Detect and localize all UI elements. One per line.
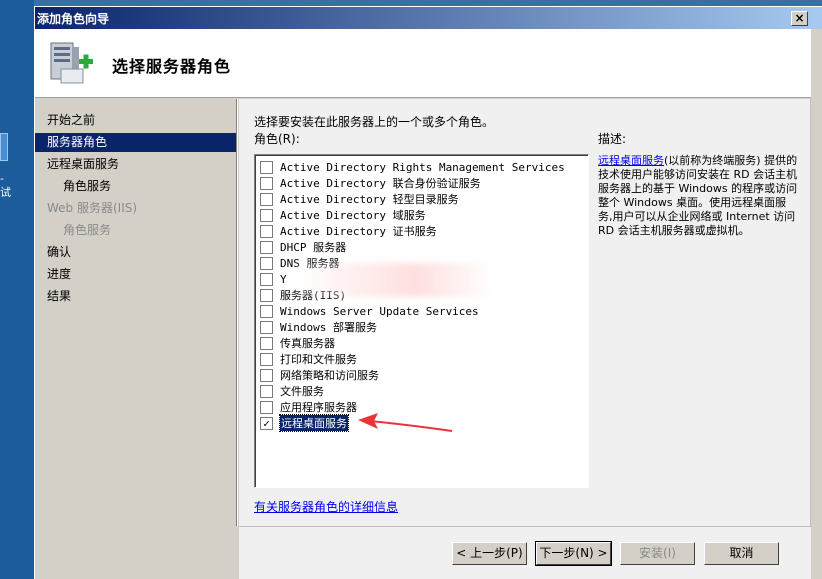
role-list-item[interactable]: 文件服务 [260,383,324,399]
role-checkbox[interactable] [260,368,273,382]
role-label: DHCP 服务器 [280,241,347,254]
description-box: 远程桌面服务(以前称为终端服务) 提供的技术使用户能够访问安装在 RD 会话主机… [598,154,798,238]
role-label: 应用程序服务器 [280,401,357,414]
previous-button[interactable]: < 上一步(P) [452,542,527,565]
role-checkbox[interactable] [260,192,273,206]
page-title: 选择服务器角色 [112,57,232,76]
role-list-item[interactable]: Active Directory 轻型目录服务 [260,191,459,207]
role-list-item[interactable]: Active Directory Rights Management Servi… [260,159,565,175]
nav-item-web-server-iis: Web 服务器(IIS) [47,201,138,215]
main-panel: 选择要安装在此服务器上的一个或多个角色。 角色(R): 描述: Active D… [239,99,811,526]
role-checkbox[interactable] [260,256,273,270]
description-label: 描述: [598,132,627,146]
role-list-item[interactable]: 传真服务器 [260,335,335,351]
role-checkbox[interactable] [260,272,273,286]
role-label: Y [280,272,287,286]
nav-item-server-roles[interactable]: 服务器角色 [35,133,236,152]
instruction-text: 选择要安装在此服务器上的一个或多个角色。 [254,115,495,129]
role-label: Active Directory 域服务 [280,209,426,222]
role-checkbox[interactable] [260,288,273,302]
role-label: Windows Server Update Services [280,304,479,318]
window-right-edge [811,29,822,579]
role-label: Windows 部署服务 [280,321,377,334]
server-add-icon [50,42,93,84]
next-button[interactable]: 下一步(N) > [535,541,612,566]
wizard-header: 选择服务器角色 [35,29,811,98]
role-checkbox[interactable] [260,336,273,350]
role-checkbox[interactable] [260,304,273,318]
roles-listbox[interactable]: Active Directory Rights Management Servi… [254,154,589,488]
desktop-text: - 试 [0,172,11,199]
role-checkbox[interactable] [260,384,273,398]
role-label: Active Directory 轻型目录服务 [280,193,459,206]
role-checkbox[interactable] [260,400,273,414]
role-label: Active Directory Rights Management Servi… [280,160,565,174]
wizard-steps-nav: 开始之前 服务器角色 远程桌面服务 角色服务 Web 服务器(IIS) 角色服务… [35,99,236,526]
role-label: 网络策略和访问服务 [280,369,379,382]
role-list-item[interactable]: Active Directory 联合身份验证服务 [260,175,481,191]
role-checkbox[interactable] [260,224,273,238]
role-list-item[interactable]: Active Directory 域服务 [260,207,426,223]
desktop-background [0,0,34,579]
wizard-footer: < 上一步(P) 下一步(N) > 安装(I) 取消 [239,526,811,579]
role-label: 打印和文件服务 [280,353,357,366]
description-link[interactable]: 远程桌面服务 [598,154,664,167]
more-info-link[interactable]: 有关服务器角色的详细信息 [254,498,398,515]
role-list-item[interactable]: 网络策略和访问服务 [260,367,379,383]
install-button: 安装(I) [620,542,695,565]
role-list-item[interactable]: ✓ 远程桌面服务 [260,414,349,432]
role-checkbox[interactable] [260,352,273,366]
nav-item-progress[interactable]: 进度 [47,265,71,284]
roles-label: 角色(R): [254,132,300,146]
role-checkbox[interactable] [260,176,273,190]
title-bar[interactable]: 添加角色向导 × [35,7,822,29]
role-checkbox[interactable]: ✓ [260,416,273,430]
role-label: Active Directory 证书服务 [280,225,437,238]
role-checkbox[interactable] [260,160,273,174]
nav-item-results[interactable]: 结果 [47,287,71,306]
role-list-item[interactable]: Y [260,271,287,287]
role-list-item[interactable]: DHCP 服务器 [260,239,346,255]
role-label: 传真服务器 [280,337,335,350]
role-label: 文件服务 [280,385,324,398]
desktop-icon[interactable] [0,133,8,161]
cancel-button[interactable]: 取消 [704,542,779,565]
role-list-item[interactable]: 打印和文件服务 [260,351,357,367]
add-roles-wizard-window: 添加角色向导 × 选择服务器角色 开始之前 服务器角色 远程桌面服务 角色服务 … [34,6,822,579]
nav-item-iis-role-services: 角色服务 [63,223,112,237]
close-button[interactable]: × [791,11,808,26]
redacted-region [295,263,495,297]
role-label: Active Directory 联合身份验证服务 [280,177,481,190]
nav-item-role-services[interactable]: 角色服务 [63,177,111,196]
nav-divider [236,99,238,526]
role-list-item[interactable]: Windows 部署服务 [260,319,377,335]
role-checkbox[interactable] [260,320,273,334]
role-list-item[interactable]: 应用程序服务器 [260,399,357,415]
role-list-item[interactable]: Windows Server Update Services [260,303,479,319]
role-label: 远程桌面服务 [279,414,349,432]
role-list-item[interactable]: Active Directory 证书服务 [260,223,437,239]
role-checkbox[interactable] [260,208,273,222]
nav-item-remote-desktop-services[interactable]: 远程桌面服务 [47,155,119,174]
nav-item-before-you-begin[interactable]: 开始之前 [47,111,95,130]
window-title: 添加角色向导 [37,12,110,26]
role-checkbox[interactable] [260,240,273,254]
nav-item-confirmation[interactable]: 确认 [47,243,71,262]
